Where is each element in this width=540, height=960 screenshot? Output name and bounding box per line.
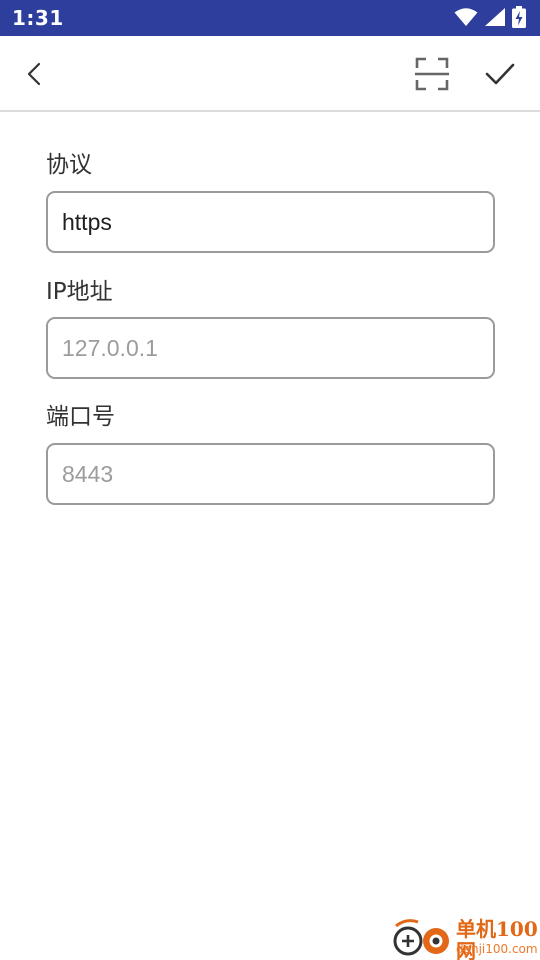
battery-charging-icon — [512, 6, 526, 28]
wifi-icon — [454, 8, 478, 26]
scan-frame-icon — [415, 57, 449, 91]
status-time: 1:31 — [12, 6, 64, 30]
signal-icon — [485, 8, 505, 26]
scan-button[interactable] — [410, 54, 454, 94]
status-bar: 1:31 — [0, 0, 540, 36]
watermark-url: danji100.com — [456, 942, 538, 956]
status-icons — [454, 5, 526, 29]
protocol-input[interactable]: https — [46, 191, 495, 253]
app-bar — [0, 36, 540, 112]
watermark-logo: 单机100网 danji100.com — [388, 912, 540, 960]
port-label: 端口号 — [46, 404, 115, 430]
protocol-label: 协议 — [46, 152, 92, 178]
watermark-logo-icon — [393, 919, 449, 956]
ip-address-input[interactable]: 127.0.0.1 — [46, 317, 495, 379]
chevron-left-icon — [27, 62, 41, 86]
port-input[interactable]: 8443 — [46, 443, 495, 505]
back-button[interactable] — [16, 54, 56, 94]
ip-address-label: IP地址 — [46, 279, 113, 305]
confirm-button[interactable] — [478, 54, 522, 94]
check-icon — [485, 63, 515, 85]
